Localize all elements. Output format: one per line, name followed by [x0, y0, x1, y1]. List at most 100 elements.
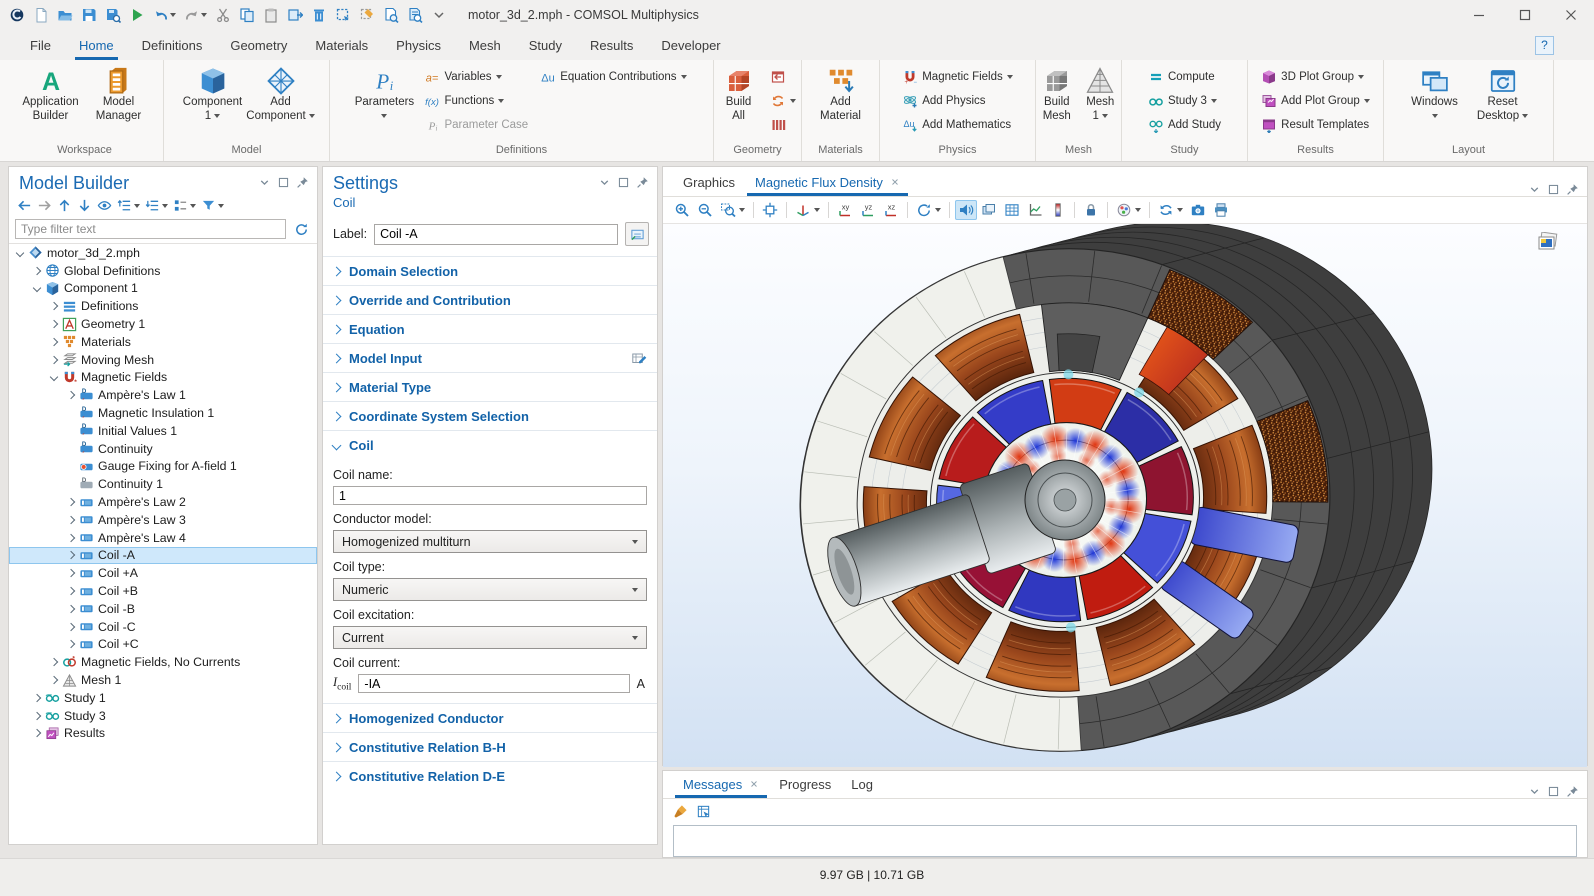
expand-icon[interactable] — [143, 196, 170, 215]
add-mathematics-button[interactable]: Add Mathematics — [897, 114, 1018, 136]
tree-collapsed-chevron-icon[interactable] — [47, 339, 61, 345]
add-material-button[interactable]: AddMaterial — [808, 64, 874, 125]
ribbon-tab-materials[interactable]: Materials — [301, 30, 382, 60]
collapse-icon[interactable] — [115, 196, 142, 215]
tree-collapsed-chevron-icon[interactable] — [64, 517, 78, 523]
add-physics-button[interactable]: Add Physics — [897, 90, 1018, 112]
add-plot-group-button[interactable]: Add Plot Group — [1256, 90, 1375, 112]
minimize-button[interactable] — [1456, 0, 1502, 30]
tree-item-amp-re-s-law-4[interactable]: Ampère's Law 4 — [9, 529, 317, 547]
tree-item-mesh-1[interactable]: Mesh 1 — [9, 671, 317, 689]
tree-collapsed-chevron-icon[interactable] — [30, 730, 44, 736]
tree-expanded-chevron-icon[interactable] — [13, 250, 27, 256]
copy-text-icon[interactable] — [694, 802, 713, 821]
coil-excitation-select[interactable]: Current — [333, 626, 647, 649]
tab-magnetic-flux-density[interactable]: Magnetic Flux Density — [745, 168, 910, 196]
equation-contributions-button[interactable]: Equation Contributions — [535, 66, 691, 88]
tree-item-definitions[interactable]: Definitions — [9, 297, 317, 315]
table-surface-icon[interactable] — [1001, 200, 1023, 220]
pin-panel-icon[interactable] — [296, 176, 309, 189]
tab-messages[interactable]: Messages — [673, 770, 769, 798]
geom-insert-button[interactable] — [765, 66, 801, 88]
tree-collapsed-chevron-icon[interactable] — [64, 392, 78, 398]
go-to-view-icon[interactable] — [792, 200, 823, 220]
tab-progress[interactable]: Progress — [769, 770, 841, 798]
section-coil[interactable]: Coil — [323, 430, 657, 459]
tree-collapsed-chevron-icon[interactable] — [64, 641, 78, 647]
magnetic-fields-button[interactable]: Magnetic Fields — [897, 66, 1018, 88]
application-builder-button[interactable]: ApplicationBuilder — [18, 64, 84, 125]
plot-axes-icon[interactable] — [1024, 200, 1046, 220]
snapshot-icon[interactable] — [1187, 200, 1209, 220]
tree-item-results[interactable]: Results — [9, 725, 317, 743]
panel-menu-icon[interactable] — [258, 176, 271, 189]
tree-collapsed-chevron-icon[interactable] — [64, 570, 78, 576]
ribbon-tab-definitions[interactable]: Definitions — [128, 30, 217, 60]
tree-item-coil-c[interactable]: Coil -C — [9, 618, 317, 636]
tree-item-continuity[interactable]: Continuity — [9, 440, 317, 458]
refresh-icon[interactable] — [292, 220, 311, 239]
tree-item-initial-values-1[interactable]: Initial Values 1 — [9, 422, 317, 440]
tree-item-moving-mesh[interactable]: Moving Mesh — [9, 351, 317, 369]
ribbon-tab-study[interactable]: Study — [515, 30, 576, 60]
tree-collapsed-chevron-icon[interactable] — [64, 535, 78, 541]
tree-item-motor-3d-2-mph[interactable]: motor_3d_2.mph — [9, 244, 317, 262]
print-icon[interactable] — [1210, 200, 1232, 220]
panel-menu-icon[interactable] — [1528, 785, 1541, 798]
tree-collapsed-chevron-icon[interactable] — [47, 677, 61, 683]
pin-panel-icon[interactable] — [1566, 785, 1579, 798]
tree-item-component-1[interactable]: Component 1 — [9, 280, 317, 298]
coil-type-select[interactable]: Numeric — [333, 578, 647, 601]
tab-log[interactable]: Log — [841, 770, 883, 798]
component-1-button[interactable]: Component1 — [180, 64, 246, 125]
result-templates-button[interactable]: Result Templates — [1256, 114, 1375, 136]
edit-model-inputs-icon[interactable] — [631, 350, 647, 366]
add-component-button[interactable]: AddComponent — [248, 64, 314, 125]
logo-icon[interactable] — [6, 5, 28, 25]
pin-panel-icon[interactable] — [636, 176, 649, 189]
study-3-button[interactable]: Study 3 — [1143, 90, 1226, 112]
messages-output[interactable] — [673, 825, 1577, 857]
tree-item-coil-b[interactable]: Coil -B — [9, 600, 317, 618]
select-box-icon[interactable] — [332, 5, 354, 25]
section-homogenized-conductor[interactable]: Homogenized Conductor — [323, 703, 657, 732]
rename-button[interactable] — [625, 222, 649, 246]
tree-item-continuity-1[interactable]: Continuity 1 — [9, 475, 317, 493]
transparency-icon[interactable] — [955, 200, 977, 220]
save-find-icon[interactable] — [102, 5, 124, 25]
new-icon[interactable] — [30, 5, 52, 25]
section-coordinate-system-selection[interactable]: Coordinate System Selection — [323, 401, 657, 430]
tree-expanded-chevron-icon[interactable] — [47, 374, 61, 380]
tree-collapsed-chevron-icon[interactable] — [47, 357, 61, 363]
undo-icon[interactable] — [150, 5, 179, 25]
appearance-icon[interactable] — [1113, 200, 1144, 220]
section-model-input[interactable]: Model Input — [323, 343, 657, 372]
clear-messages-icon[interactable] — [671, 802, 690, 821]
tree-expanded-chevron-icon[interactable] — [30, 285, 44, 291]
mesh-1-button[interactable]: Mesh1 — [1080, 64, 1122, 125]
tree-item-study-3[interactable]: Study 3 — [9, 707, 317, 725]
tree-filter-input[interactable] — [15, 219, 286, 239]
tree-item-magnetic-insulation-1[interactable]: Magnetic Insulation 1 — [9, 404, 317, 422]
duplicate-icon[interactable] — [284, 5, 306, 25]
section-override-and-contribution[interactable]: Override and Contribution — [323, 285, 657, 314]
coil-name-input[interactable] — [333, 486, 647, 505]
run-icon[interactable] — [126, 5, 148, 25]
reset-desktop-button[interactable]: ResetDesktop — [1470, 64, 1536, 125]
float-panel-icon[interactable] — [617, 176, 630, 189]
tree-collapsed-chevron-icon[interactable] — [64, 499, 78, 505]
conductor-model-select[interactable]: Homogenized multiturn — [333, 530, 647, 553]
close-tab-icon[interactable] — [749, 779, 759, 789]
tree-collapsed-chevron-icon[interactable] — [47, 659, 61, 665]
clear-selection-icon[interactable] — [356, 5, 378, 25]
3d-plot-group-button[interactable]: 3D Plot Group — [1256, 66, 1375, 88]
view-xy-icon[interactable] — [834, 200, 856, 220]
forward-icon[interactable] — [35, 196, 54, 215]
compute-button[interactable]: Compute — [1143, 66, 1226, 88]
float-panel-icon[interactable] — [1547, 785, 1560, 798]
save-icon[interactable] — [78, 5, 100, 25]
parameters-button[interactable]: Parameters — [351, 64, 417, 125]
lock-view-icon[interactable] — [1080, 200, 1102, 220]
functions-button[interactable]: Functions — [419, 90, 533, 112]
tree-collapsed-chevron-icon[interactable] — [30, 713, 44, 719]
